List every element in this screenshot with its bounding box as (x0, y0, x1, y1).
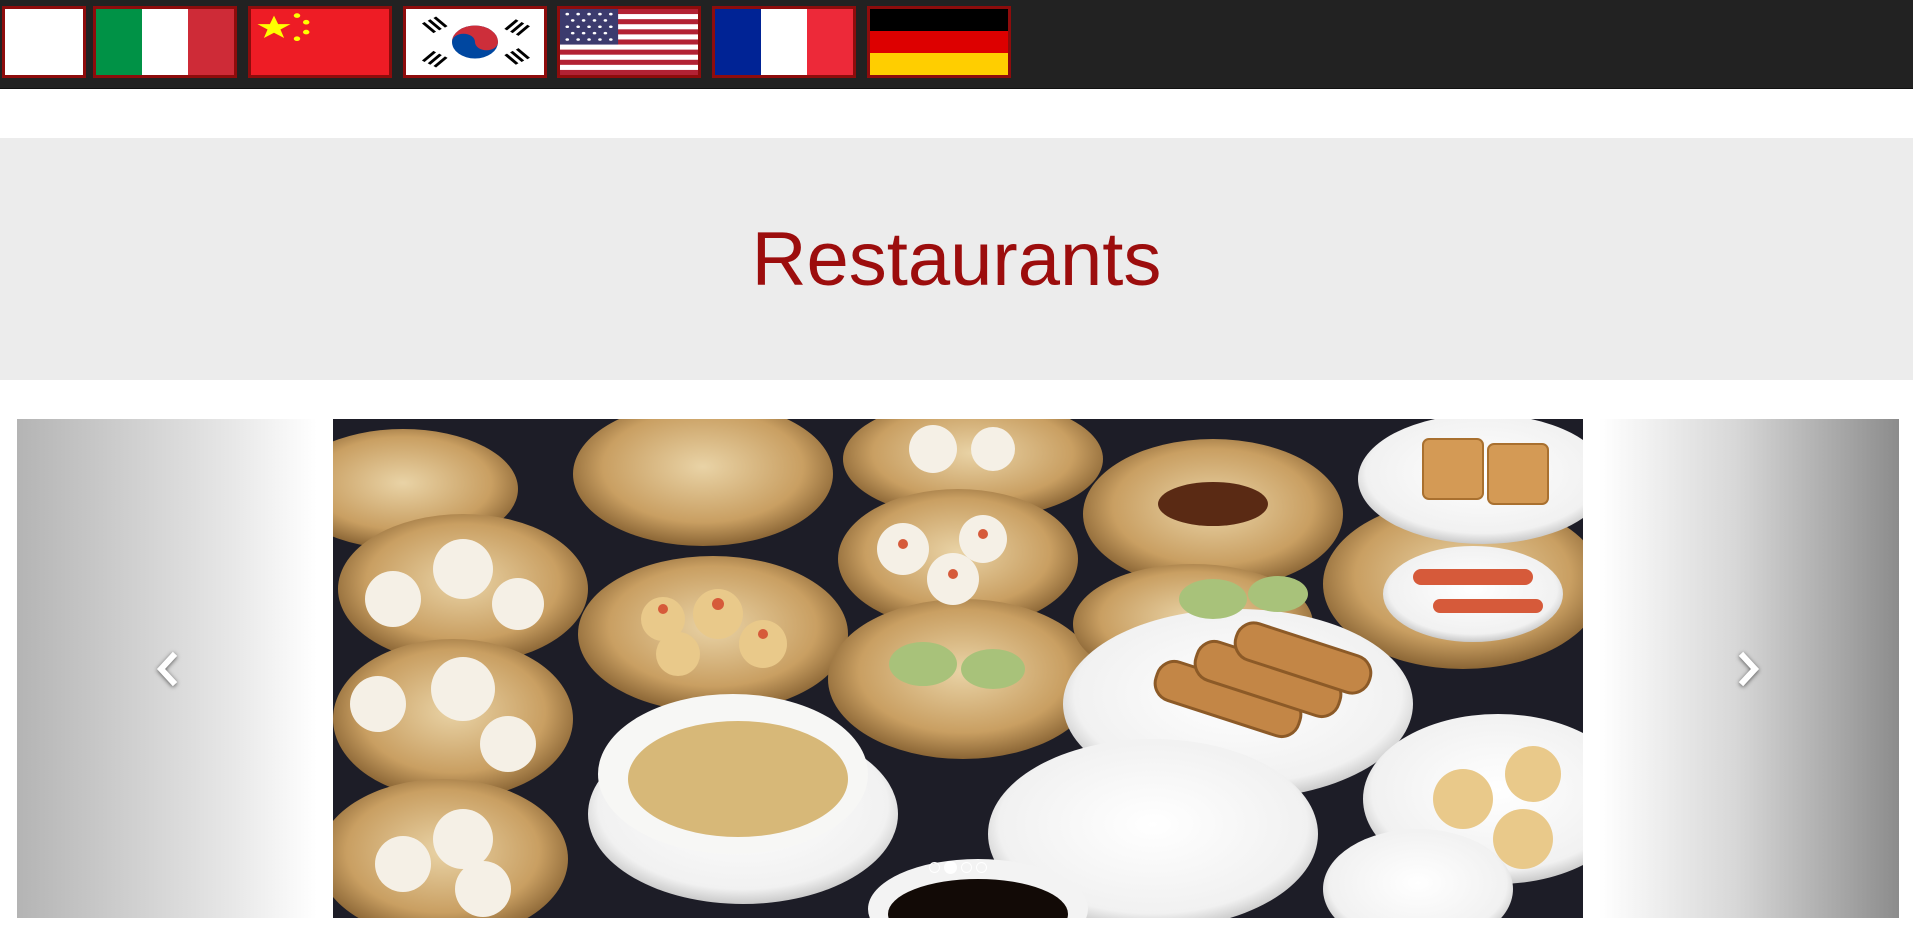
france-flag[interactable] (712, 6, 856, 78)
chevron-left-icon (156, 651, 178, 686)
carousel-next-button[interactable] (1599, 419, 1899, 918)
blank-flag[interactable] (2, 6, 86, 78)
carousel-indicator-4[interactable] (976, 862, 987, 873)
south-korea-flag[interactable] (403, 6, 547, 78)
germany-flag[interactable] (867, 6, 1011, 78)
language-bar (0, 0, 1913, 89)
carousel-indicators (17, 861, 1899, 874)
restaurant-carousel (17, 419, 1899, 918)
carousel-indicator-1[interactable] (929, 862, 940, 873)
usa-flag[interactable] (557, 6, 701, 78)
china-flag[interactable] (248, 6, 392, 78)
carousel-indicator-2[interactable] (944, 861, 957, 874)
carousel-slide-dim-sum-image (333, 419, 1583, 918)
carousel-indicator-3[interactable] (961, 862, 972, 873)
carousel-prev-button[interactable] (17, 419, 317, 918)
chevron-right-icon (1738, 651, 1760, 686)
hero-banner: Restaurants (0, 138, 1913, 380)
italy-flag[interactable] (93, 6, 237, 78)
page-title: Restaurants (751, 217, 1162, 302)
